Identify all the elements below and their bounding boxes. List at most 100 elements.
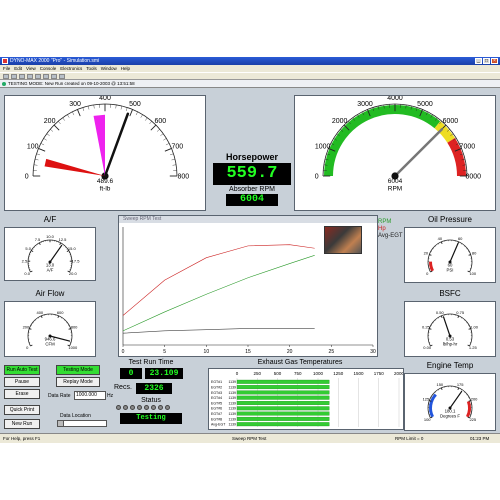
gauge-needle bbox=[442, 316, 451, 337]
gauge-tick-label: 60 bbox=[458, 236, 463, 241]
gauge-tick bbox=[463, 245, 465, 247]
chart-title: Sweep RPM Test bbox=[119, 216, 377, 223]
gauge-tick bbox=[466, 248, 468, 250]
gauge-tick bbox=[160, 133, 164, 136]
testing-mode-button[interactable]: Testing Mode bbox=[56, 365, 100, 375]
egt-bar-chart: 0 250 500 750 1000 1250 1500 1750 2000 EGT#1 1139 E… bbox=[211, 371, 405, 427]
egt-row-value: 1139 bbox=[228, 380, 236, 384]
series-line-rpm bbox=[122, 255, 315, 332]
toolbar bbox=[0, 72, 500, 80]
status-help-text: For Help, press F1 bbox=[3, 436, 41, 441]
gauge-tick bbox=[30, 270, 33, 273]
chart-x-tick-label: 0 bbox=[122, 349, 125, 355]
gauge-tick bbox=[169, 153, 174, 156]
egt-tick-label: 0 bbox=[236, 371, 239, 376]
gauge-tick-label: 7.5 bbox=[35, 237, 41, 242]
gauge-tick bbox=[30, 344, 33, 347]
egt-row-label: EGT#4 bbox=[211, 396, 222, 400]
gauge-tick bbox=[37, 243, 39, 246]
chart-x-tick-label: 30 bbox=[370, 349, 376, 355]
slider-handle[interactable] bbox=[58, 421, 64, 426]
gauge-tick bbox=[129, 109, 133, 117]
gauge-tick bbox=[40, 315, 43, 319]
egt-row-value: 1139 bbox=[228, 386, 236, 390]
gauge-tick bbox=[163, 138, 167, 141]
gauge-tick bbox=[461, 317, 463, 319]
quick-print-button[interactable]: Quick Print bbox=[4, 405, 40, 415]
gauge-tick-label: 12.5 bbox=[59, 237, 68, 242]
new-run-button[interactable]: New Run bbox=[4, 419, 40, 429]
egt-row-label: EGT#7 bbox=[211, 412, 222, 416]
legend-hp: Hp bbox=[378, 226, 386, 232]
replay-mode-button[interactable]: Replay Mode bbox=[56, 377, 100, 387]
egt-row-label: EGT#3 bbox=[211, 391, 222, 395]
menu-tools[interactable]: Tools bbox=[86, 65, 97, 72]
egt-bar bbox=[236, 395, 330, 400]
menu-file[interactable]: File bbox=[3, 65, 10, 72]
menu-help[interactable]: Help bbox=[121, 65, 130, 72]
gauge-tick bbox=[430, 416, 433, 419]
gauge-tick bbox=[38, 148, 46, 152]
gauge-tick-label: 1.00 bbox=[470, 325, 479, 330]
gauge-tick bbox=[432, 322, 434, 324]
gauge-tick bbox=[65, 246, 67, 248]
menu-electronics[interactable]: Electronics bbox=[60, 65, 82, 72]
egt-bar bbox=[236, 390, 330, 395]
toolbar-button[interactable] bbox=[27, 73, 33, 79]
egt-tick-label: 1750 bbox=[374, 371, 385, 376]
gauge-tick bbox=[33, 246, 35, 248]
gauge-tick-label: 0 bbox=[26, 345, 29, 350]
minimize-button[interactable]: _ bbox=[475, 58, 482, 64]
gauge-tick-label: 5.0 bbox=[25, 246, 31, 251]
dyno-app-window: DYNO-MAX 2000 "Pro" - Simulation.smi _ □… bbox=[0, 57, 500, 443]
status-led bbox=[123, 405, 128, 410]
gauge-tick bbox=[440, 315, 443, 319]
egt-row-value: 1139 bbox=[228, 391, 236, 395]
maximize-button[interactable]: □ bbox=[483, 58, 490, 64]
data-rate-input[interactable]: 1000.000 bbox=[74, 391, 106, 400]
gauge-tick bbox=[50, 129, 54, 132]
gauge-tick bbox=[156, 129, 160, 132]
gauge-value: 6004 bbox=[388, 178, 403, 185]
gauge-tick-label: 150 bbox=[436, 382, 443, 387]
menu-window[interactable]: Window bbox=[101, 65, 117, 72]
menu-view[interactable]: View bbox=[26, 65, 36, 72]
gauge-tick bbox=[140, 114, 143, 118]
egt-panel: 0 250 500 750 1000 1250 1500 1750 2000 EGT#1 1139 E… bbox=[208, 368, 405, 430]
gauge-tick bbox=[435, 245, 437, 247]
run-auto-test-button[interactable]: Run Auto Test bbox=[4, 365, 40, 375]
toolbar-button[interactable] bbox=[11, 73, 17, 79]
data-location-slider[interactable] bbox=[57, 420, 107, 427]
toolbar-button[interactable] bbox=[43, 73, 49, 79]
gauge-tick bbox=[46, 133, 50, 136]
gauge-tick-label: 2.5 bbox=[22, 258, 28, 263]
status-mode-text: Sweep RPM Test bbox=[232, 436, 267, 441]
toolbar-button[interactable] bbox=[51, 73, 57, 79]
menu-console[interactable]: Console bbox=[40, 65, 57, 72]
gauge-needle bbox=[103, 112, 130, 178]
test-run-time-title: Test Run Time bbox=[128, 359, 174, 366]
egt-row-label: EGT#1 bbox=[211, 380, 222, 384]
pause-button[interactable]: Pause bbox=[4, 377, 40, 387]
gauge-tick-label: 125 bbox=[423, 397, 430, 402]
menu-edit[interactable]: Edit bbox=[14, 65, 22, 72]
engine-photo bbox=[324, 226, 362, 254]
oil-pressure-gauge: 02040 608010060PSI bbox=[424, 236, 477, 276]
status-clock: 01:23 PM bbox=[470, 436, 490, 441]
gauge-tick bbox=[32, 248, 34, 250]
gauge-tick bbox=[135, 111, 138, 116]
gauge-unit: A/F bbox=[47, 267, 54, 272]
status-rpm-limit: RPM Limit = 0 bbox=[395, 436, 424, 441]
close-button[interactable]: × bbox=[491, 58, 498, 64]
engine-temp-gauge: 100125150 175200225180.1Degrees F bbox=[423, 382, 479, 422]
toolbar-button[interactable] bbox=[35, 73, 41, 79]
egt-row-value: 1139 bbox=[228, 417, 236, 421]
toolbar-button[interactable] bbox=[59, 73, 65, 79]
absorber-rpm-label: Absorber RPM bbox=[229, 186, 275, 193]
toolbar-button[interactable] bbox=[19, 73, 25, 79]
toolbar-button[interactable] bbox=[3, 73, 9, 79]
gauge-tick-label: 400 bbox=[36, 310, 43, 315]
egt-row-label: EGT#5 bbox=[211, 401, 222, 405]
erase-button[interactable]: Erase bbox=[4, 389, 40, 399]
chart-x-tick-label: 15 bbox=[245, 349, 251, 355]
